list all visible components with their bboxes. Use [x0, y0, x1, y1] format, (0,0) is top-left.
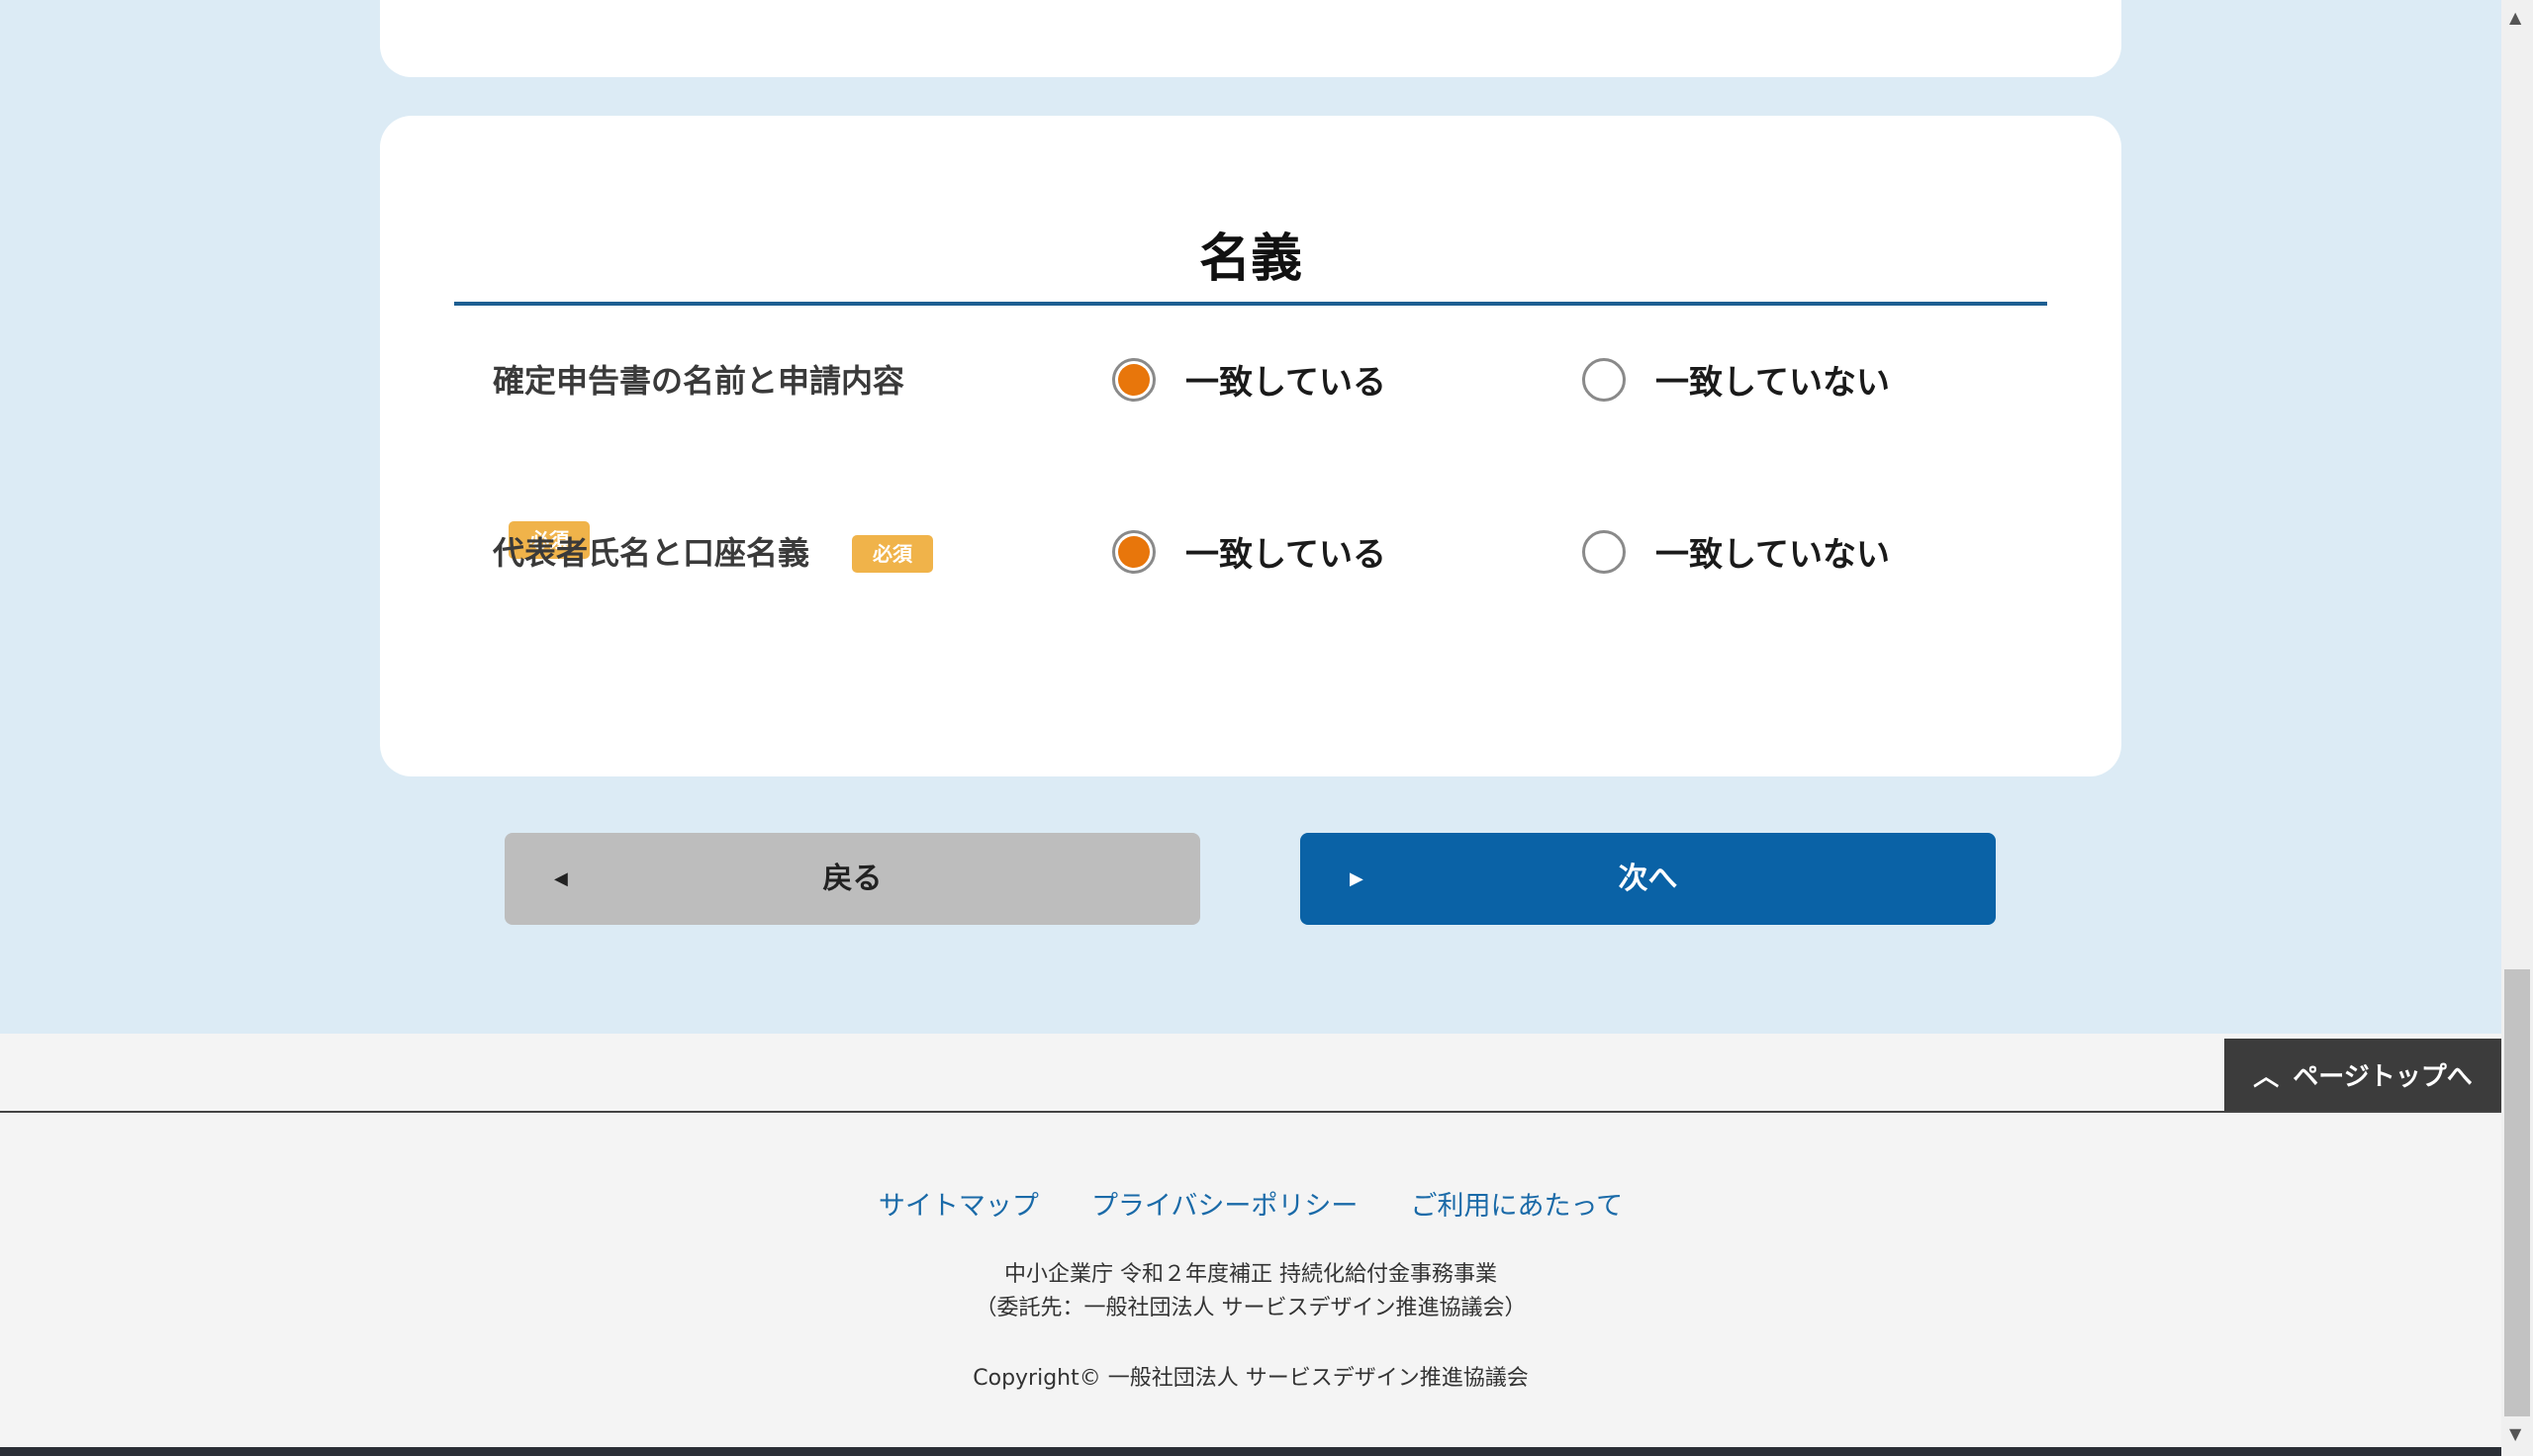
radio-label: 一致している [1185, 535, 1386, 575]
back-button-label: 戻る [822, 862, 883, 896]
next-button[interactable]: ▶ 次へ [1300, 833, 1996, 925]
next-button-label: 次へ [1618, 862, 1678, 896]
scroll-up-arrow-icon[interactable]: ▲ [2509, 8, 2521, 27]
radio-label: 一致していない [1655, 363, 1890, 403]
footer-contractor: （委託先：一般社団法人 サービスデザイン推進協議会） [975, 1296, 1527, 1320]
required-badge: 必須 [852, 535, 933, 573]
footer-link-privacy[interactable]: プライバシーポリシー [1091, 1191, 1358, 1222]
footer-top-band [0, 1034, 2501, 1113]
radio-button-unchecked[interactable] [1582, 529, 1626, 574]
chevron-up-icon: ︿ [2253, 1062, 2280, 1092]
radio-option-nomatch-q2[interactable]: 一致していない [1582, 527, 1890, 576]
previous-section-card [380, 0, 2121, 77]
radio-label: 一致している [1185, 363, 1386, 403]
radio-button-unchecked[interactable] [1582, 357, 1626, 402]
footer-copyright: Copyright© 一般社団法人 サービスデザイン推進協議会 [973, 1366, 1529, 1391]
radio-option-match-q1[interactable]: 一致している [1112, 355, 1386, 404]
radio-label: 一致していない [1655, 535, 1890, 575]
right-triangle-icon: ▶ [1350, 868, 1363, 889]
taskbar-edge [0, 1447, 2501, 1456]
footer-link-sitemap[interactable]: サイトマップ [879, 1191, 1039, 1222]
back-button[interactable]: ◀ 戻る [505, 833, 1200, 925]
scrollbar-thumb[interactable] [2504, 969, 2530, 1416]
section-title: 名義 [1198, 229, 1302, 289]
question-label-account-name: 代表者氏名と口座名義 [493, 534, 810, 572]
footer: サイトマップ プライバシーポリシー ご利用にあたって 中小企業庁 令和２年度補正… [0, 1113, 2501, 1447]
question-label-tax-return: 確定申告書の名前と申請内容 [493, 362, 905, 400]
scroll-down-arrow-icon[interactable]: ▼ [2509, 1424, 2521, 1443]
footer-links: サイトマップ プライバシーポリシー ご利用にあたって [0, 1184, 2501, 1223]
radio-button-checked[interactable] [1112, 357, 1156, 402]
radio-option-nomatch-q1[interactable]: 一致していない [1582, 355, 1890, 404]
left-triangle-icon: ◀ [554, 868, 568, 889]
page-top-button[interactable]: ︿ ページトップへ [2224, 1039, 2501, 1111]
radio-button-checked[interactable] [1112, 529, 1156, 574]
meigi-section-card: 名義 確定申告書の名前と申請内容 必須 一致している 一致していない 代表者氏名… [380, 116, 2121, 776]
radio-option-match-q2[interactable]: 一致している [1112, 527, 1386, 576]
footer-link-terms[interactable]: ご利用にあたって [1411, 1191, 1624, 1222]
footer-organization: 中小企業庁 令和２年度補正 持続化給付金事務事業 [1004, 1262, 1497, 1287]
page-top-label: ページトップへ [2293, 1062, 2473, 1092]
title-underline [454, 302, 2047, 306]
